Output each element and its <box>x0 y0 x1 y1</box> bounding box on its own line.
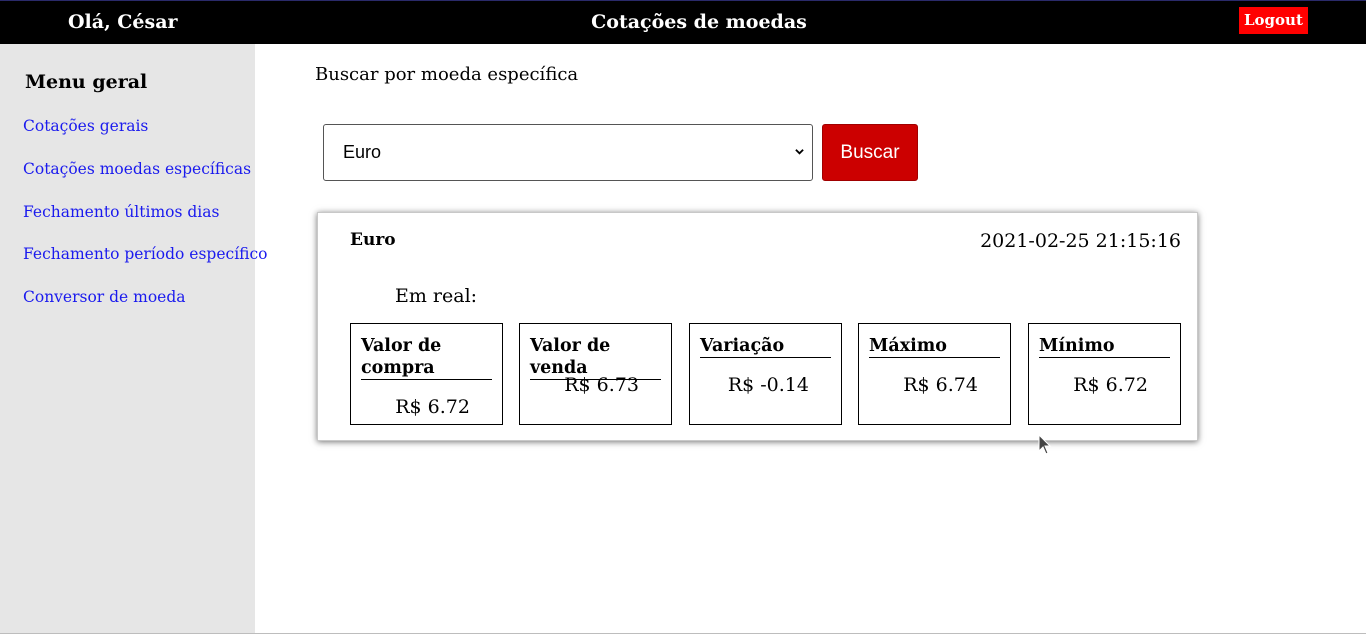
metric-variation: Variação R$ -0.14 <box>689 323 842 425</box>
logout-button[interactable]: Logout <box>1239 7 1308 34</box>
mouse-pointer-icon <box>1038 434 1052 455</box>
metric-value: R$ 6.72 <box>395 396 470 418</box>
sidebar-item-fechamento-periodo[interactable]: Fechamento período específico <box>23 245 268 263</box>
metric-label: Variação <box>700 335 831 358</box>
sidebar: Menu geral Cotações gerais Cotações moed… <box>0 44 268 633</box>
bottom-edge <box>0 633 1366 642</box>
currency-select[interactable]: Euro <box>323 124 813 181</box>
sidebar-title: Menu geral <box>25 71 148 93</box>
metric-value: R$ 6.74 <box>903 374 978 396</box>
metric-buy-value: Valor de compra R$ 6.72 <box>350 323 503 425</box>
metric-value: R$ 6.73 <box>564 374 639 396</box>
metric-label: Máximo <box>869 335 1000 358</box>
metric-minimum: Mínimo R$ 6.72 <box>1028 323 1181 425</box>
quote-timestamp: 2021-02-25 21:15:16 <box>980 230 1181 252</box>
chevron-down-icon <box>795 149 804 155</box>
search-label: Buscar por moeda específica <box>315 64 579 85</box>
currency-select-value: Euro <box>343 142 382 162</box>
sidebar-item-cotacoes-especificas[interactable]: Cotações moedas específicas <box>23 160 251 178</box>
sidebar-item-conversor[interactable]: Conversor de moeda <box>23 288 186 306</box>
metric-label: Mínimo <box>1039 335 1170 358</box>
sidebar-item-cotacoes-gerais[interactable]: Cotações gerais <box>23 117 148 135</box>
metric-maximum: Máximo R$ 6.74 <box>858 323 1011 425</box>
metric-label: Valor de compra <box>361 335 492 380</box>
quote-currency-name: Euro <box>350 230 396 250</box>
search-button[interactable]: Buscar <box>822 124 918 181</box>
top-bar: Olá, César Cotações de moedas Logout <box>0 0 1366 44</box>
metric-value: R$ -0.14 <box>727 374 809 396</box>
quote-card: Euro 2021-02-25 21:15:16 Em real: Valor … <box>317 212 1198 441</box>
metric-value: R$ 6.72 <box>1073 374 1148 396</box>
quote-subtitle: Em real: <box>395 285 478 307</box>
metric-sell-value: Valor de venda R$ 6.73 <box>519 323 672 425</box>
app-title: Cotações de moedas <box>591 11 807 33</box>
sidebar-item-fechamento-ultimos-dias[interactable]: Fechamento últimos dias <box>23 203 219 221</box>
